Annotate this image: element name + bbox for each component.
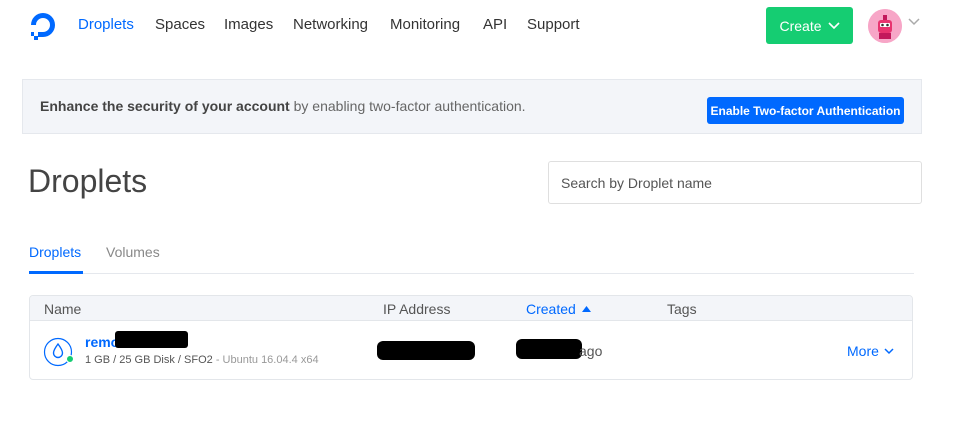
banner-bold-text: Enhance the security of your account: [40, 98, 290, 114]
top-nav: Droplets Spaces Images Networking Monito…: [0, 0, 963, 50]
nav-droplets[interactable]: Droplets: [78, 16, 134, 33]
redacted-created-time: [516, 339, 582, 359]
column-header-created[interactable]: Created: [526, 301, 591, 317]
more-label: More: [847, 343, 879, 359]
droplet-search-input[interactable]: [548, 161, 922, 204]
nav-monitoring[interactable]: Monitoring: [390, 16, 460, 33]
column-header-name[interactable]: Name: [44, 301, 81, 317]
avatar-chevron-down-icon[interactable]: [908, 18, 920, 26]
banner-text: by enabling two-factor authentication.: [289, 98, 526, 114]
created-suffix: ago: [579, 343, 603, 359]
droplet-size-region: 1 GB / 25 GB Disk / SFO2: [85, 354, 213, 366]
column-header-ip-address[interactable]: IP Address: [383, 301, 450, 317]
table-row[interactable]: remo 1 GB / 25 GB Disk / SFO2 - Ubuntu 1…: [30, 321, 912, 379]
nav-images[interactable]: Images: [224, 16, 273, 33]
tab-volumes[interactable]: Volumes: [106, 244, 160, 260]
created-header-label: Created: [526, 301, 576, 317]
nav-spaces[interactable]: Spaces: [155, 16, 205, 33]
sort-ascending-icon: [581, 306, 591, 312]
chevron-down-icon: [827, 21, 840, 29]
redacted-name: [115, 331, 188, 348]
active-tab-indicator: [29, 271, 83, 274]
tab-droplets[interactable]: Droplets: [29, 244, 81, 260]
droplets-table: Name IP Address Created Tags remo 1 GB /…: [29, 295, 913, 380]
nav-support[interactable]: Support: [527, 16, 580, 33]
column-header-tags[interactable]: Tags: [667, 301, 697, 317]
two-factor-banner: Enhance the security of your account by …: [22, 79, 922, 134]
banner-message: Enhance the security of your account by …: [40, 98, 526, 114]
nav-networking[interactable]: Networking: [293, 16, 368, 33]
avatar[interactable]: [868, 9, 902, 43]
robot-avatar-icon: [868, 9, 902, 43]
nav-api[interactable]: API: [483, 16, 507, 33]
enable-two-factor-button[interactable]: Enable Two-factor Authentication: [707, 97, 904, 124]
droplet-specs: 1 GB / 25 GB Disk / SFO2 - Ubuntu 16.04.…: [85, 354, 319, 366]
redacted-ip-address: [377, 341, 475, 360]
status-active-indicator: [66, 355, 74, 363]
page-title: Droplets: [28, 163, 148, 199]
chevron-down-icon: [884, 347, 894, 354]
droplet-os: - Ubuntu 16.04.4 x64: [212, 354, 319, 366]
create-button[interactable]: Create: [766, 7, 853, 44]
create-label: Create: [779, 17, 822, 34]
digitalocean-logo-icon[interactable]: [28, 10, 58, 40]
more-actions-button[interactable]: More: [847, 343, 894, 359]
droplet-tabs: Droplets Volumes: [29, 236, 914, 274]
table-header: Name IP Address Created Tags: [30, 296, 912, 321]
